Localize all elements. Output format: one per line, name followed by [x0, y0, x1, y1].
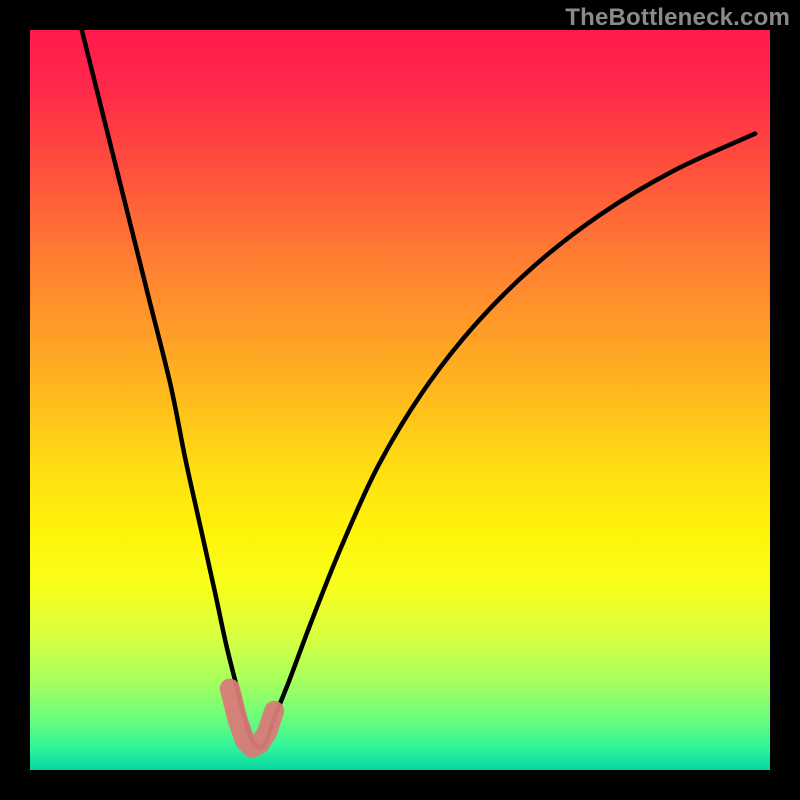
main-curve — [82, 30, 755, 748]
highlight-markers — [230, 689, 274, 748]
watermark-text: TheBottleneck.com — [565, 4, 790, 32]
chart-frame: TheBottleneck.com — [0, 0, 800, 800]
curve-layer — [30, 30, 770, 770]
plot-area — [30, 30, 770, 770]
